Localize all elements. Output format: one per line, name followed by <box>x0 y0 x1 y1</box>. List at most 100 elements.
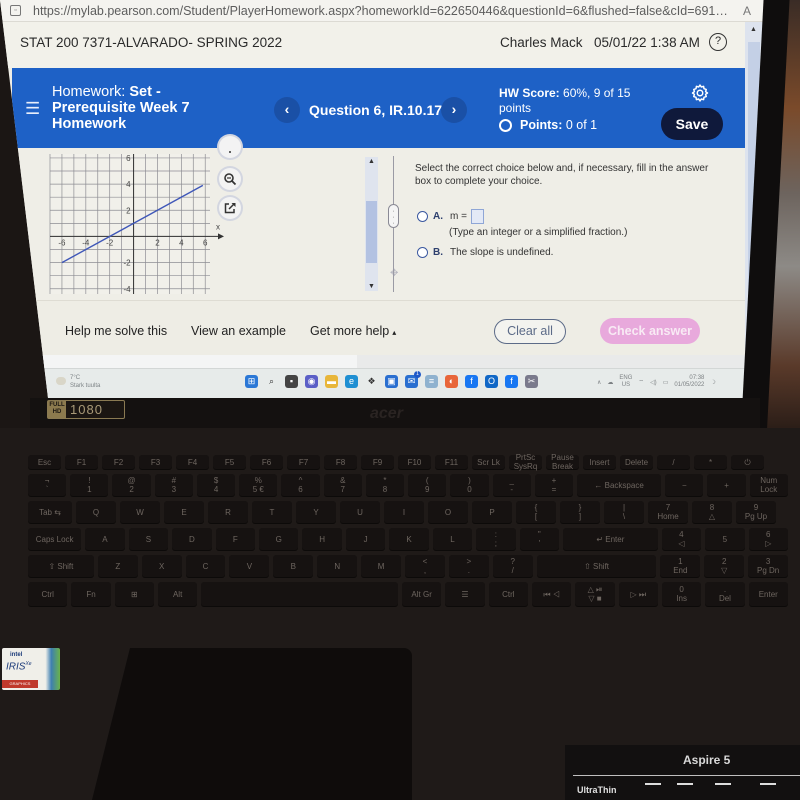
hamburger-menu-icon[interactable]: ☰ <box>25 99 40 119</box>
keyboard-key[interactable]: 9 Pg Up <box>736 501 776 523</box>
view-example-link[interactable]: View an example <box>191 324 286 338</box>
taskbar-edge-icon[interactable]: e <box>345 375 358 388</box>
weather-widget[interactable]: 7°C Stark tuulta <box>56 374 100 390</box>
keyboard-key[interactable]: * <box>694 455 727 469</box>
help-me-solve-link[interactable]: Help me solve this <box>65 324 167 338</box>
save-button[interactable]: Save <box>661 108 723 140</box>
pane-resize-handle[interactable]: · · · <box>388 204 399 228</box>
keyboard-key[interactable]: 4 ◁ <box>661 528 702 550</box>
keyboard-key[interactable]: 7 Home <box>648 501 688 523</box>
taskbar-search-icon[interactable]: ⌕ <box>265 375 278 388</box>
language-indicator[interactable]: ENG US <box>619 375 632 389</box>
keyboard-key[interactable]: J <box>345 528 386 550</box>
keyboard-key[interactable]: F3 <box>139 455 172 469</box>
show-hidden-icons-icon[interactable]: ∧ <box>597 379 601 386</box>
keyboard-key[interactable]: ¬ ` <box>28 474 67 496</box>
taskbar-firefox-icon[interactable]: ◐ <box>445 375 458 388</box>
keyboard-key[interactable]: ^ 6 <box>281 474 320 496</box>
taskbar-outlook-icon[interactable]: O <box>485 375 498 388</box>
keyboard-key[interactable]: X <box>141 555 182 577</box>
move-icon[interactable]: ✥ <box>390 268 398 279</box>
keyboard-key[interactable]: F2 <box>102 455 135 469</box>
keyboard-key[interactable]: < , <box>405 555 445 577</box>
keyboard-key[interactable]: ▷ ⏭ <box>618 582 658 606</box>
taskbar-facebook-icon[interactable]: f <box>465 375 478 388</box>
keyboard-key[interactable]: T <box>252 501 292 523</box>
check-answer-button[interactable]: Check answer <box>600 318 700 344</box>
keyboard-key[interactable]: V <box>229 555 270 577</box>
keyboard-key[interactable]: Delete <box>620 455 653 469</box>
keyboard-key[interactable]: ) 0 <box>450 474 489 496</box>
taskbar-store-icon[interactable]: ▣ <box>385 375 398 388</box>
keyboard-key[interactable]: ← Backspace <box>577 474 662 496</box>
keyboard-key[interactable]: / <box>657 455 690 469</box>
question-scrollbar-thumb[interactable] <box>366 201 377 263</box>
keyboard-key[interactable]: F4 <box>176 455 209 469</box>
keyboard-key[interactable]: ⇧ Shift <box>28 555 94 577</box>
taskbar-dropbox-icon[interactable]: ❖ <box>365 375 378 388</box>
keyboard-key[interactable]: " ' <box>519 528 560 550</box>
keyboard-key[interactable]: N <box>317 555 358 577</box>
touchpad[interactable] <box>90 648 412 800</box>
scroll-up-arrow-icon[interactable]: ▲ <box>368 158 375 165</box>
keyboard-key[interactable]: Num Lock <box>749 474 788 496</box>
taskbar-task-view-icon[interactable]: ▪ <box>285 375 298 388</box>
keyboard-key[interactable]: Insert <box>583 455 616 469</box>
address-bar[interactable]: ▫ https://mylab.pearson.com/Student/Play… <box>0 0 772 22</box>
taskbar-snipping-tool-icon[interactable]: ✂ <box>525 375 538 388</box>
keyboard-key[interactable]: F7 <box>287 455 320 469</box>
keyboard-key[interactable]: 5 <box>705 528 745 550</box>
keyboard-key[interactable]: △ ⏯ ▽ ■ <box>575 582 615 606</box>
keyboard-key[interactable]: O <box>428 501 468 523</box>
keyboard-key[interactable]: Alt <box>157 582 198 606</box>
keyboard-key[interactable]: U <box>340 501 380 523</box>
keyboard-key[interactable]: W <box>120 501 160 523</box>
choice-b-radio[interactable] <box>417 247 428 258</box>
keyboard-key[interactable]: _ - <box>492 474 531 496</box>
keyboard-key[interactable]: F11 <box>435 455 468 469</box>
keyboard-key[interactable]: Ctrl <box>488 582 528 606</box>
keyboard-key[interactable]: D <box>172 528 212 550</box>
taskbar-app-bar-icon[interactable]: ≡ <box>425 375 438 388</box>
keyboard-key[interactable] <box>201 582 398 606</box>
keyboard-key[interactable]: . Del <box>705 582 745 606</box>
next-question-button[interactable]: › <box>441 97 467 123</box>
keyboard-key[interactable]: | \ <box>604 501 644 523</box>
keyboard-key[interactable]: Scr Lk <box>472 455 505 469</box>
keyboard-key[interactable]: M <box>361 555 402 577</box>
keyboard-key[interactable]: PrtSc SysRq <box>509 453 542 471</box>
keyboard-key[interactable]: ⏮ ◁ <box>531 582 572 606</box>
keyboard-key[interactable]: L <box>432 528 473 550</box>
keyboard-key[interactable]: @ 2 <box>112 474 151 496</box>
taskbar-windows-start-icon[interactable]: ⊞ <box>245 375 258 388</box>
keyboard-key[interactable]: F6 <box>250 455 283 469</box>
keyboard-key[interactable]: P <box>472 501 512 523</box>
clear-all-button[interactable]: Clear all <box>494 319 566 344</box>
onedrive-icon[interactable]: ☁ <box>607 379 613 386</box>
keyboard-key[interactable]: ! 1 <box>70 474 109 496</box>
help-icon[interactable]: ? <box>709 33 727 51</box>
keyboard-key[interactable]: F5 <box>213 455 246 469</box>
url-text[interactable]: https://mylab.pearson.com/Student/Player… <box>33 4 733 18</box>
keyboard-key[interactable]: B <box>273 555 314 577</box>
keyboard-key[interactable]: 1 End <box>660 555 701 577</box>
question-scrollbar[interactable]: ▲ ▼ <box>365 157 378 291</box>
taskbar-mail-icon[interactable]: ✉ 1 <box>405 371 421 388</box>
keyboard-key[interactable]: ⇧ Shift <box>536 555 657 577</box>
keyboard-key[interactable]: ☰ <box>445 582 485 606</box>
read-aloud-icon[interactable]: A <box>743 4 751 18</box>
choice-a[interactable]: A. m = <box>417 209 484 224</box>
battery-icon[interactable]: ▭ <box>663 379 669 386</box>
keyboard-key[interactable]: − <box>665 474 704 496</box>
scroll-down-arrow-icon[interactable]: ▼ <box>368 283 375 290</box>
keyboard-key[interactable]: ( 9 <box>408 474 447 496</box>
keyboard-key[interactable]: } ] <box>560 501 600 523</box>
keyboard-key[interactable]: % 5 € <box>239 474 278 496</box>
keyboard-key[interactable]: > . <box>448 555 489 577</box>
choice-b[interactable]: B. The slope is undefined. <box>417 247 553 258</box>
keyboard-key[interactable]: Z <box>97 555 138 577</box>
keyboard-key[interactable]: ⏻ <box>731 455 764 469</box>
keyboard-key[interactable]: Pause Break <box>546 453 579 471</box>
choice-a-radio[interactable] <box>417 211 428 222</box>
notifications-icon[interactable]: ☽ <box>710 379 715 386</box>
